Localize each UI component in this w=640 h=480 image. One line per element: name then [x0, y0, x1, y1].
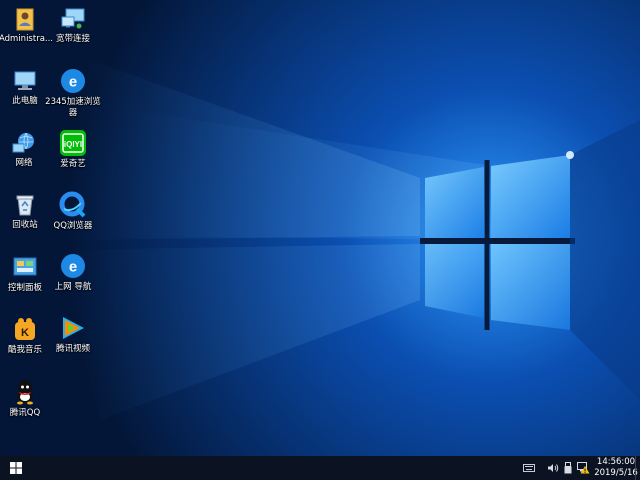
user-folder-icon	[16, 8, 34, 31]
recycle-bin-icon	[16, 195, 34, 216]
keyboard-icon	[523, 464, 535, 472]
desktop-icon-2345-browser[interactable]: e 2345加速浏览器	[45, 67, 101, 119]
qq-browser-icon	[59, 191, 86, 218]
tencent-qq-icon	[17, 380, 33, 405]
desktop: Administra... 此电脑 网络 回收站 控制面板 K 酷我音乐 腾讯Q…	[0, 0, 640, 480]
start-button[interactable]	[0, 456, 32, 480]
iqiyi-icon: iQIYI	[60, 130, 86, 156]
network-status-icon	[576, 462, 589, 474]
clock-date: 2019/5/16	[594, 468, 638, 478]
usb-icon	[564, 462, 572, 474]
network-icon	[12, 132, 34, 153]
desktop-icon-tencent-video[interactable]: 腾讯视频	[45, 314, 101, 355]
kuwo-music-icon: K	[15, 318, 35, 340]
desktop-icon-label: 2345加速浏览器	[45, 97, 101, 118]
taskbar: 14:56:00 2019/5/16	[0, 456, 640, 480]
web-navigation-icon: e	[61, 254, 85, 278]
this-pc-icon	[14, 71, 36, 90]
desktop-icon-iqiyi[interactable]: iQIYI 爱奇艺	[45, 129, 101, 170]
desktop-icon-label: 上网 导航	[54, 282, 92, 292]
desktop-icon-web-navigation[interactable]: e 上网 导航	[45, 252, 101, 293]
volume-tray-button[interactable]	[546, 460, 560, 476]
svg-text:iQIYI: iQIYI	[64, 140, 82, 149]
2345-browser-icon: e	[61, 69, 85, 93]
svg-text:e: e	[69, 259, 77, 276]
svg-text:e: e	[69, 74, 77, 91]
broadband-connection-icon	[61, 8, 85, 29]
svg-text:K: K	[21, 327, 29, 339]
windows-logo-icon	[10, 462, 22, 474]
desktop-icon-broadband-connection[interactable]: 宽带连接	[45, 6, 101, 45]
desktop-icon-label: 爱奇艺	[60, 159, 86, 169]
network-status-tray-button[interactable]	[576, 460, 590, 476]
clock-time: 14:56:00	[596, 457, 636, 467]
desktop-icon-label: 宽带连接	[55, 34, 90, 44]
show-desktop-button[interactable]	[635, 456, 640, 480]
volume-icon	[548, 464, 559, 472]
taskbar-clock[interactable]: 14:56:00 2019/5/16	[594, 457, 638, 479]
desktop-icon-label: QQ浏览器	[53, 221, 93, 231]
usb-tray-button[interactable]	[562, 460, 574, 476]
control-panel-icon	[13, 257, 37, 276]
desktop-icon-label: 腾讯QQ	[9, 408, 41, 418]
tencent-video-icon	[63, 317, 84, 339]
keyboard-tray-button[interactable]	[522, 460, 536, 476]
desktop-icon-label: 腾讯视频	[55, 344, 90, 354]
desktop-icon-qq-browser[interactable]: QQ浏览器	[45, 191, 101, 232]
desktop-icon-tencent-qq[interactable]: 腾讯QQ	[0, 378, 53, 419]
